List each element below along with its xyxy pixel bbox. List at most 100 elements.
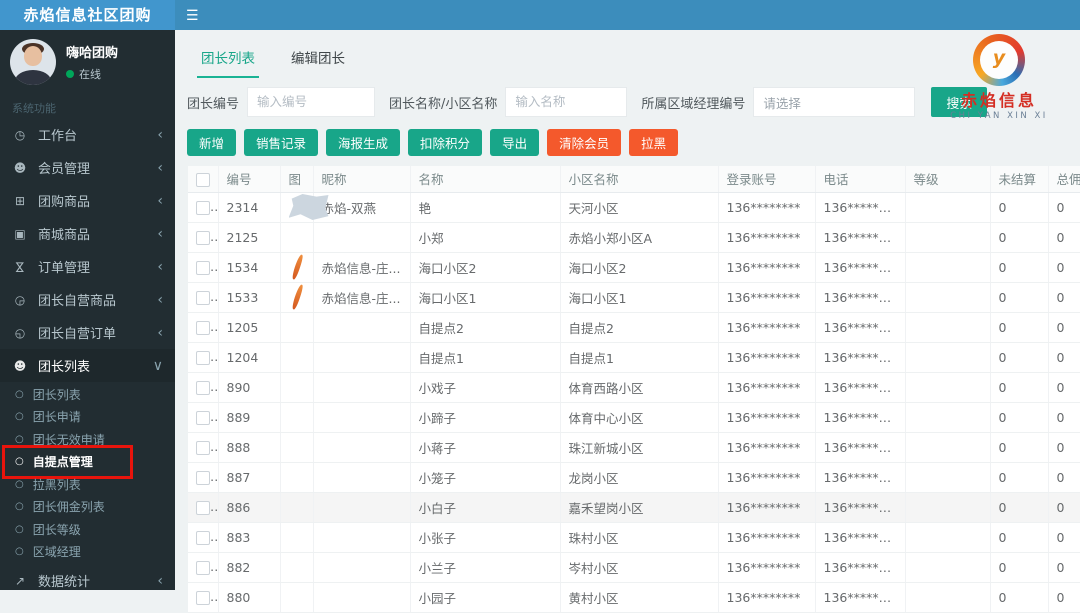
row-checkbox[interactable]: [196, 230, 210, 245]
app-title: 赤焰信息社区团购: [0, 0, 175, 30]
flame-thumbnail[interactable]: [289, 254, 305, 280]
self-orders-icon: ◵: [14, 325, 26, 340]
row-checkbox[interactable]: [196, 500, 210, 515]
sidebar-subitem-label: 团长列表: [32, 387, 81, 402]
sidebar-item[interactable]: ◷ 工作台 ‹: [0, 118, 175, 151]
sidebar-item[interactable]: ◶ 团长自营商品 ‹: [0, 283, 175, 316]
action-button[interactable]: 清除会员: [547, 129, 622, 156]
bullet-icon: ○: [15, 478, 24, 490]
cell-unsettled: 0: [989, 192, 1048, 223]
row-checkbox[interactable]: [196, 470, 210, 485]
flame-thumbnail[interactable]: [289, 284, 305, 310]
stats-icon: ↗: [14, 573, 26, 588]
cell-id: 887: [217, 462, 280, 493]
cell-image: [279, 192, 329, 223]
cell-unsettled: 0: [989, 342, 1048, 373]
leader-table: 编号图昵称名称小区名称登录账号电话等级未结算总佣金 2314赤焰-双燕艳天河小区…: [188, 166, 1080, 613]
sidebar-item[interactable]: ↗ 数据统计 ‹: [0, 564, 175, 597]
cell-commission: 0: [1047, 552, 1080, 583]
cell-unsettled: 0: [989, 462, 1048, 493]
table-row: 1205 自提点2 自提点2 136******** 136******** 0 0: [188, 312, 1080, 343]
cell-unsettled: 0: [989, 582, 1048, 613]
cell-id: 886: [217, 492, 280, 523]
action-button[interactable]: 新增: [187, 129, 237, 156]
cell-id: 2125: [217, 222, 280, 253]
sidebar-subitem[interactable]: ○ 团长列表: [0, 383, 175, 406]
row-checkbox[interactable]: [196, 290, 210, 305]
sidebar-item-label: 商城商品: [38, 228, 91, 243]
menu-toggle-button[interactable]: ☰: [186, 0, 199, 30]
row-checkbox[interactable]: [196, 320, 210, 335]
table-column-header: 编号: [217, 166, 280, 193]
cell-account: 136********: [717, 492, 815, 523]
sidebar-item[interactable]: ◵ 团长自营订单 ‹: [0, 316, 175, 349]
cell-nickname: [312, 522, 410, 553]
cell-account: 136********: [717, 192, 815, 223]
cell-unsettled: 0: [989, 372, 1048, 403]
sidebar-item[interactable]: ☻ 会员管理 ‹: [0, 151, 175, 184]
sidebar-subitem[interactable]: ○ 团长佣金列表: [0, 496, 175, 519]
cell-phone: 136********: [814, 462, 905, 493]
sidebar-item[interactable]: ▣ 商城商品 ‹: [0, 217, 175, 250]
cell-account: 136********: [717, 582, 815, 613]
sidebar-subitem-label: 自提点管理: [32, 455, 93, 470]
cell-community: 珠村小区: [559, 522, 718, 553]
row-checkbox[interactable]: [196, 530, 210, 545]
row-checkbox[interactable]: [196, 380, 210, 395]
cell-id: 889: [217, 402, 280, 433]
cell-unsettled: 0: [989, 522, 1048, 553]
row-checkbox[interactable]: [196, 410, 210, 425]
tab-inactive[interactable]: 编辑团长: [287, 43, 349, 78]
chevron-down-icon: ∨: [152, 357, 163, 374]
action-button[interactable]: 导出: [490, 129, 540, 156]
sidebar-subitem[interactable]: ○ 拉黑列表: [0, 473, 175, 496]
row-checkbox[interactable]: [196, 440, 210, 455]
row-checkbox[interactable]: [196, 350, 210, 365]
row-checkbox[interactable]: [196, 260, 210, 275]
row-checkbox[interactable]: [196, 560, 210, 575]
select-all-checkbox[interactable]: [196, 172, 210, 187]
action-button[interactable]: 拉黑: [629, 129, 679, 156]
cell-name: 小蹄子: [409, 402, 560, 433]
mall-goods-icon: ▣: [14, 226, 26, 241]
cell-account: 136********: [717, 552, 815, 583]
cell-id: 882: [217, 552, 280, 583]
cell-level: [904, 342, 990, 373]
table-column-header: 图: [279, 166, 313, 193]
cell-id: 1204: [217, 342, 280, 373]
map-thumbnail[interactable]: [288, 194, 329, 220]
bullet-icon: ○: [15, 456, 24, 468]
sidebar-subitem-label: 区域经理: [32, 545, 81, 560]
sidebar-item-label: 团长自营商品: [38, 294, 117, 309]
sidebar-item[interactable]: ☻ 团长列表 ∨: [0, 349, 175, 382]
table-row: 888 小蒋子 珠江新城小区 136******** 136******** 0 0: [188, 432, 1080, 463]
sidebar-subitem[interactable]: ○ 团长申请: [0, 406, 175, 429]
leader-id-input[interactable]: [247, 87, 376, 117]
action-button[interactable]: 销售记录: [244, 129, 319, 156]
row-checkbox[interactable]: [196, 590, 210, 605]
main-content: 团长列表编辑团长 y 赤焰信息 CHI YAN XIN XI 团长编号 团长名称…: [175, 30, 1080, 613]
sidebar-subitem[interactable]: ○ 团长无效申请: [0, 428, 175, 451]
cell-commission: 0: [1047, 372, 1080, 403]
tab-active[interactable]: 团长列表: [197, 43, 259, 78]
region-manager-select[interactable]: 请选择: [753, 87, 916, 117]
action-button[interactable]: 扣除积分: [408, 129, 483, 156]
cell-account: 136********: [717, 282, 815, 313]
cell-community: 海口小区1: [559, 282, 718, 313]
sidebar-subitem[interactable]: ○ 区域经理: [0, 541, 175, 564]
row-checkbox[interactable]: [196, 200, 210, 215]
sidebar-item[interactable]: ⊞ 团购商品 ‹: [0, 184, 175, 217]
row-checkbox-cell: [188, 282, 218, 313]
sidebar-section-label: 系统功能: [12, 102, 56, 115]
cell-account: 136********: [717, 222, 815, 253]
cell-phone: 136********: [814, 192, 905, 223]
cell-nickname: 赤焰信息-庄...: [312, 282, 410, 313]
action-button[interactable]: 海报生成: [326, 129, 401, 156]
cell-nickname: [312, 552, 410, 583]
sidebar-subitem[interactable]: ○ 团长等级: [0, 518, 175, 541]
sidebar-item[interactable]: ⋈ 订单管理 ‹: [0, 250, 175, 283]
cell-name: 小园子: [409, 582, 560, 613]
leader-name-input[interactable]: [505, 87, 628, 117]
app-title-text: 赤焰信息社区团购: [23, 6, 152, 24]
sidebar-subitem[interactable]: ○ 自提点管理: [0, 444, 175, 479]
